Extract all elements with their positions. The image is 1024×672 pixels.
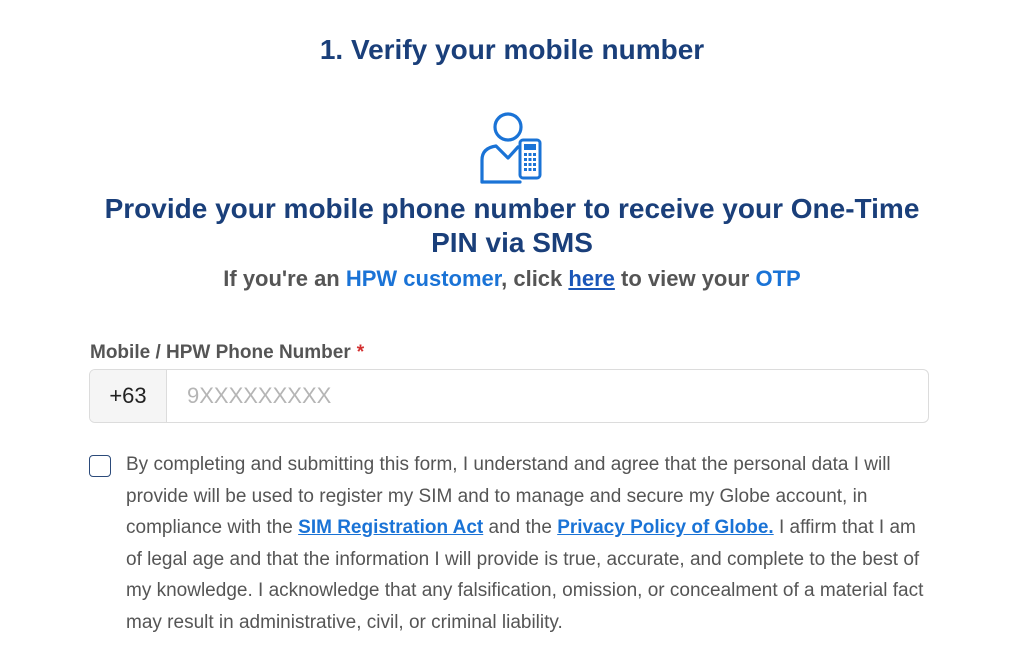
headline: Provide your mobile phone number to rece… <box>104 193 920 258</box>
subline-middle: , click <box>501 266 569 291</box>
privacy-policy-link[interactable]: Privacy Policy of Globe. <box>557 517 773 538</box>
consent-text-2: and the <box>483 517 558 538</box>
consent-checkbox[interactable] <box>89 455 111 477</box>
otp-text: OTP <box>755 266 801 291</box>
phone-input-group: +63 <box>89 369 929 423</box>
required-asterisk: * <box>356 342 365 363</box>
phone-field-label: Mobile / HPW Phone Number * <box>90 340 364 366</box>
phone-number-input[interactable] <box>167 370 928 422</box>
phone-label-text: Mobile / HPW Phone Number <box>90 342 351 363</box>
hpw-customer-text: HPW customer <box>345 266 502 291</box>
sim-registration-act-link[interactable]: SIM Registration Act <box>298 517 483 538</box>
subline-prefix: If you're an <box>223 266 346 291</box>
subline-middle2: to view your <box>614 266 756 291</box>
otp-here-link[interactable]: here <box>568 266 614 291</box>
user-mobile-icon <box>478 110 548 186</box>
otp-verification-page: 1. Verify your mobile number Provide you… <box>0 0 1024 672</box>
hpw-customer-note: If you're an HPW customer, click here to… <box>0 264 1024 294</box>
consent-text: By completing and submitting this form, … <box>126 449 936 638</box>
step-title: 1. Verify your mobile number <box>319 34 705 65</box>
country-code-prefix: +63 <box>90 370 167 422</box>
